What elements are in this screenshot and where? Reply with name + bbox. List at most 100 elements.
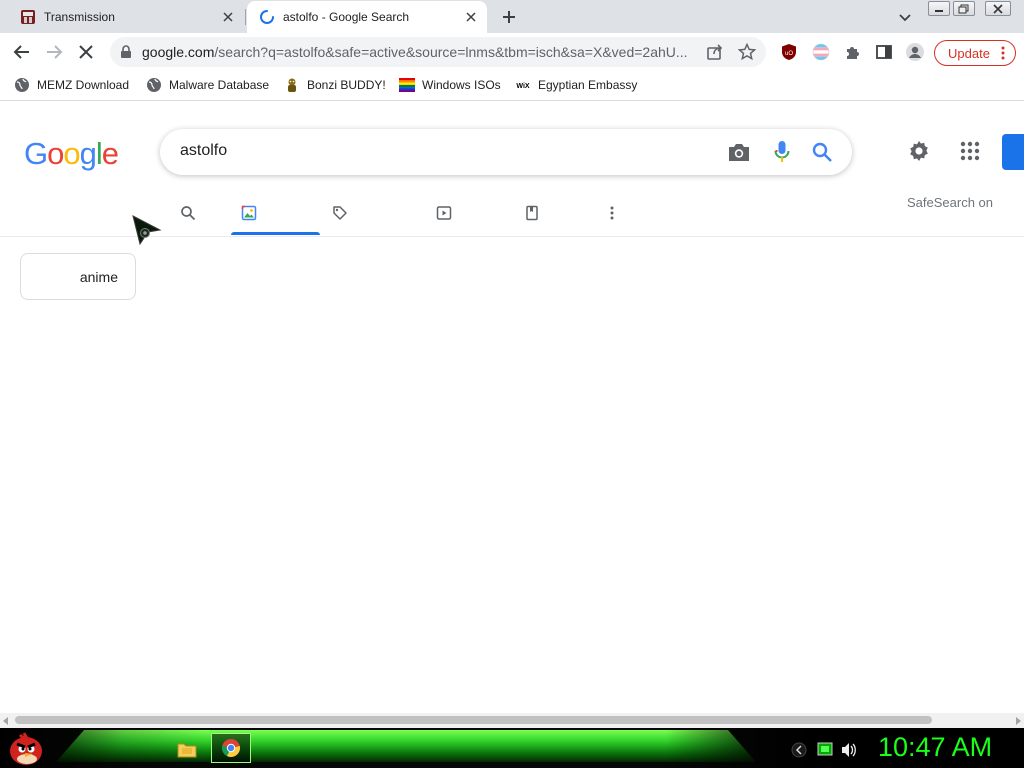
- logo-letter: e: [101, 136, 119, 171]
- browser-toolbar: google.com/search?q=astolfo&safe=active&…: [0, 33, 1024, 71]
- bookmark-label: Malware Database: [169, 78, 270, 92]
- trans-flag-extension-icon[interactable]: [811, 42, 831, 62]
- logo-letter: o: [47, 136, 64, 171]
- play-icon: [436, 206, 452, 220]
- camera-icon[interactable]: [727, 141, 751, 163]
- side-panel-icon[interactable]: [874, 42, 894, 62]
- restore-button[interactable]: [953, 1, 975, 16]
- tab-transmission[interactable]: Transmission: [8, 1, 244, 33]
- close-icon[interactable]: [220, 9, 236, 25]
- bookmarks-bar: MEMZ Download Malware Database Bonzi BUD…: [0, 71, 1024, 101]
- wix-icon: WiX: [515, 77, 531, 93]
- taskbar-clock[interactable]: 10:47 AM: [878, 732, 992, 763]
- microphone-icon[interactable]: [772, 140, 792, 164]
- search-icon: [181, 206, 196, 221]
- folder-icon: [177, 743, 197, 758]
- logo-letter: g: [79, 136, 97, 171]
- scroll-right-arrow-icon[interactable]: [1016, 717, 1021, 725]
- chip-label: anime: [79, 268, 118, 285]
- url-path: /search?q=astolfo&safe=active&source=lnm…: [214, 44, 688, 60]
- show-hidden-icons-icon: [791, 742, 807, 758]
- tab-title: astolfo - Google Search: [283, 10, 410, 24]
- stop-button[interactable]: [76, 42, 96, 62]
- url-text[interactable]: google.com/search?q=astolfo&safe=active&…: [142, 44, 702, 60]
- star-icon[interactable]: [738, 43, 756, 61]
- image-icon: [241, 205, 257, 221]
- arrow-left-icon: [13, 45, 29, 59]
- battery-icon: [817, 742, 833, 756]
- related-chip-anime[interactable]: anime: [20, 253, 136, 300]
- window-close-button[interactable]: [985, 1, 1011, 16]
- gear-icon[interactable]: [907, 139, 931, 163]
- svg-text:uO: uO: [785, 51, 793, 57]
- search-icon[interactable]: [811, 141, 833, 163]
- update-label: Update: [948, 45, 990, 61]
- volume-icon: [842, 743, 856, 757]
- chrome-icon: [221, 739, 241, 757]
- more-vert-icon: [610, 206, 614, 220]
- bonzi-icon: [284, 77, 300, 93]
- chrome-taskbar-button[interactable]: [211, 733, 251, 763]
- chevron-down-icon[interactable]: [897, 9, 913, 25]
- tab-shopping[interactable]: [331, 204, 349, 222]
- forward-button[interactable]: [44, 42, 64, 62]
- tab-all[interactable]: [179, 204, 197, 222]
- back-button[interactable]: [12, 42, 32, 62]
- tab-more[interactable]: [603, 204, 621, 222]
- bookmark-egyptian-embassy[interactable]: WiX Egyptian Embassy: [515, 76, 637, 94]
- tab-images[interactable]: [240, 204, 258, 222]
- google-logo[interactable]: Google: [24, 136, 119, 172]
- extensions-puzzle-icon[interactable]: [843, 42, 863, 62]
- svg-text:WiX: WiX: [516, 83, 529, 90]
- logo-letter: G: [24, 136, 48, 171]
- lock-icon: [121, 45, 131, 58]
- loading-spinner-icon: [260, 10, 274, 24]
- tag-icon: [333, 206, 347, 220]
- new-tab-button[interactable]: [500, 8, 518, 26]
- bookmark-label: Bonzi BUDDY!: [307, 78, 386, 92]
- bookmark-memz-download[interactable]: MEMZ Download: [14, 76, 129, 94]
- bookmark-label: Egyptian Embassy: [538, 78, 638, 92]
- taskbar-shade: [0, 728, 1024, 768]
- tab-videos[interactable]: [435, 204, 453, 222]
- minimize-icon: [935, 9, 943, 12]
- start-button-angry-bird-icon[interactable]: [6, 729, 46, 767]
- tab-divider: [245, 9, 246, 25]
- more-vert-icon: [1001, 46, 1005, 60]
- tab-strip: Transmission astolfo - Google Search: [0, 0, 1024, 33]
- bookmark-malware-database[interactable]: Malware Database: [146, 76, 269, 94]
- plus-icon: [503, 11, 515, 23]
- profile-avatar-icon[interactable]: [905, 42, 925, 62]
- search-box[interactable]: [160, 129, 852, 175]
- scrollbar-thumb[interactable]: [15, 716, 932, 724]
- file-explorer-button[interactable]: [174, 736, 200, 762]
- mouse-cursor: [132, 215, 162, 246]
- update-button[interactable]: Update: [934, 40, 1016, 66]
- book-icon: [526, 205, 538, 221]
- bookmark-bonzi-buddy[interactable]: Bonzi BUDDY!: [284, 76, 386, 94]
- sign-in-button[interactable]: [1002, 134, 1024, 170]
- apps-grid-icon[interactable]: [958, 139, 982, 163]
- rainbow-flag-icon: [399, 77, 415, 93]
- ublock-origin-icon[interactable]: uO: [779, 42, 799, 62]
- minimize-button[interactable]: [928, 1, 950, 16]
- safesearch-label[interactable]: SafeSearch on: [907, 195, 993, 210]
- system-tray: [791, 742, 856, 758]
- bookmark-label: MEMZ Download: [37, 78, 130, 92]
- arrow-right-icon: [47, 45, 63, 59]
- restore-icon: [958, 4, 969, 13]
- transmission-icon: [21, 10, 35, 24]
- tab-google-search[interactable]: astolfo - Google Search: [247, 1, 487, 33]
- close-icon: [993, 3, 1003, 14]
- scroll-left-arrow-icon[interactable]: [3, 717, 8, 725]
- search-input[interactable]: [180, 142, 700, 160]
- share-icon[interactable]: [706, 43, 724, 61]
- tab-books[interactable]: [523, 204, 541, 222]
- address-bar[interactable]: google.com/search?q=astolfo&safe=active&…: [110, 37, 766, 67]
- globe-icon: [14, 77, 30, 93]
- close-icon[interactable]: [463, 9, 479, 25]
- bookmark-label: Windows ISOs: [422, 78, 501, 92]
- horizontal-scrollbar[interactable]: [0, 713, 1024, 728]
- taskbar: 10:47 AM: [0, 728, 1024, 768]
- bookmark-windows-isos[interactable]: Windows ISOs: [399, 76, 501, 94]
